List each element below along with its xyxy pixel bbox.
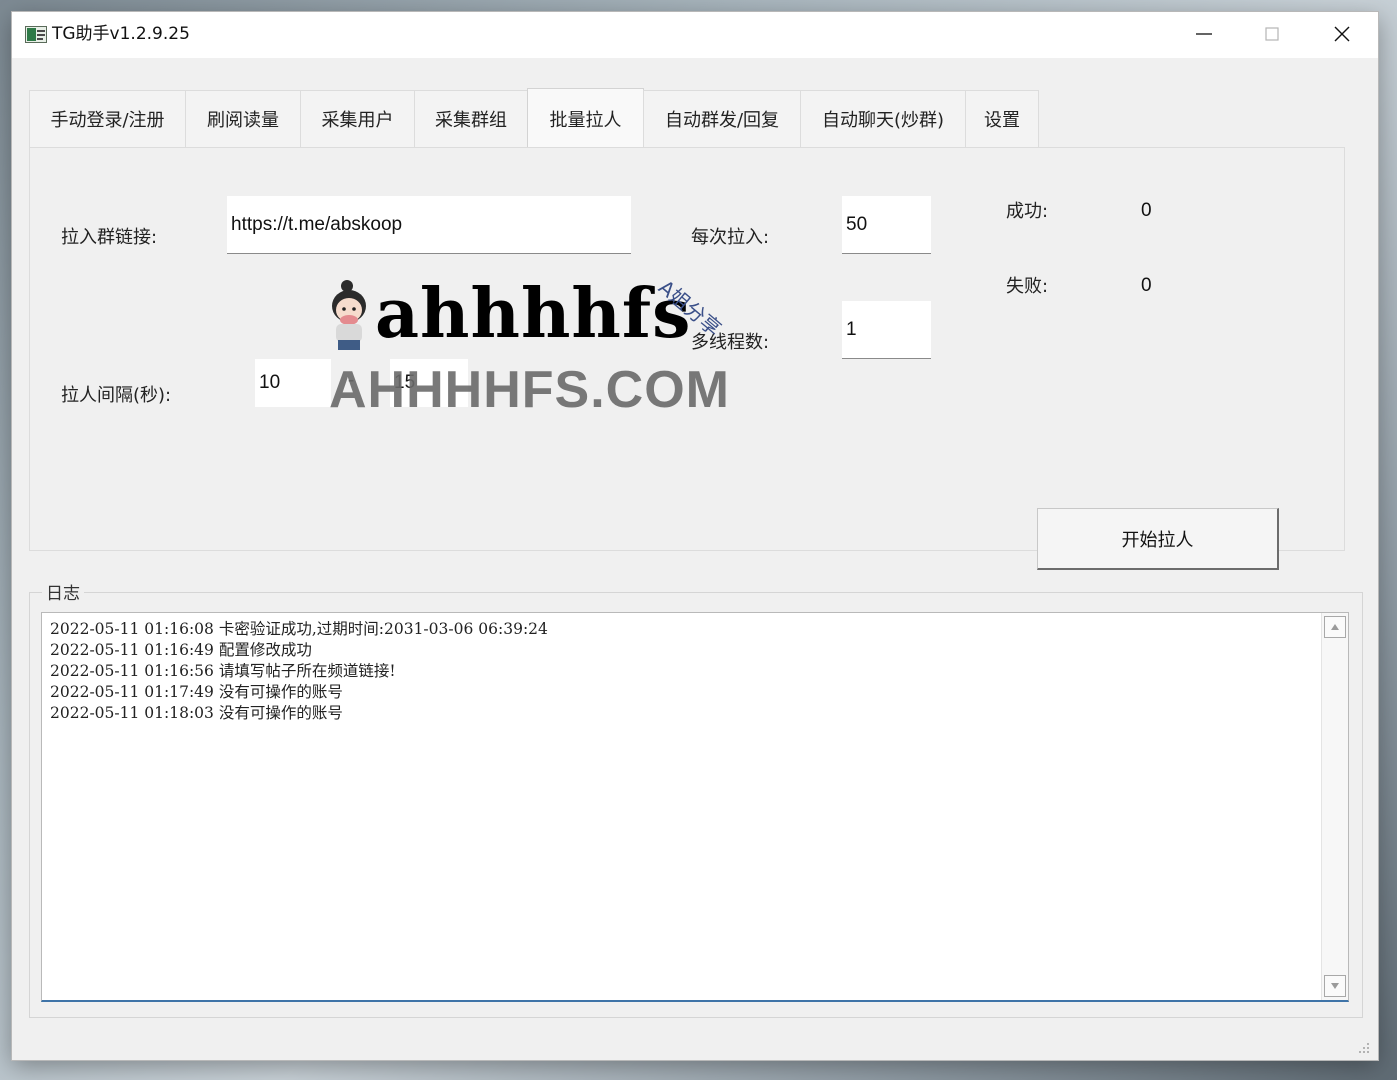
threads-input[interactable]: 1: [842, 301, 931, 359]
scroll-up-button[interactable]: [1324, 616, 1346, 638]
tab-auto-chat[interactable]: 自动聊天(炒群): [800, 90, 966, 147]
log-line: 2022-05-11 01:16:49 配置修改成功: [50, 641, 312, 659]
group-link-label: 拉入群链接:: [61, 227, 158, 248]
minimize-button[interactable]: [1170, 12, 1238, 54]
per-pull-input[interactable]: 50: [842, 196, 931, 254]
log-scrollbar[interactable]: [1321, 613, 1348, 1000]
arrow-down-icon: [1331, 983, 1339, 989]
log-line: 2022-05-11 01:17:49 没有可操作的账号: [50, 683, 343, 701]
log-line: 2022-05-11 01:16:08 卡密验证成功,过期时间:2031-03-…: [50, 620, 548, 638]
tab-read-count[interactable]: 刷阅读量: [185, 90, 301, 147]
fail-count: 0: [1141, 275, 1152, 296]
log-title: 日志: [42, 579, 84, 604]
success-label: 成功:: [1006, 201, 1049, 222]
fail-label: 失败:: [1006, 276, 1049, 297]
interval-max-input[interactable]: 15: [390, 359, 468, 407]
group-link-input[interactable]: https://t.me/abskoop: [227, 196, 631, 254]
tab-collect-users[interactable]: 采集用户: [300, 90, 415, 147]
tab-manual-login[interactable]: 手动登录/注册: [29, 90, 186, 147]
threads-label: 多线程数:: [691, 332, 770, 353]
tab-collect-groups[interactable]: 采集群组: [414, 90, 528, 147]
resize-grip-icon[interactable]: [1358, 1042, 1370, 1054]
tab-settings[interactable]: 设置: [965, 90, 1039, 147]
title-bar: TG助手v1.2.9.25: [12, 12, 1378, 58]
maximize-button[interactable]: [1238, 12, 1306, 54]
log-line: 2022-05-11 01:18:03 没有可操作的账号: [50, 704, 343, 722]
app-window: TG助手v1.2.9.25 手动登录/注册 刷阅读量 采集用户 采集群组 批量拉…: [12, 12, 1378, 1060]
interval-label: 拉人间隔(秒):: [61, 385, 172, 406]
arrow-up-icon: [1331, 624, 1339, 630]
scroll-down-button[interactable]: [1324, 975, 1346, 997]
window-title: TG助手v1.2.9.25: [52, 24, 190, 44]
app-icon: [25, 26, 47, 43]
per-pull-label: 每次拉入:: [691, 227, 770, 248]
interval-min-input[interactable]: 10: [255, 359, 331, 407]
maximize-icon: [1265, 27, 1279, 41]
success-count: 0: [1141, 200, 1152, 221]
minimize-icon: [1196, 33, 1212, 35]
log-line: 2022-05-11 01:16:56 请填写帖子所在频道链接!: [50, 662, 396, 680]
start-pull-button[interactable]: 开始拉人: [1037, 508, 1279, 570]
tab-auto-broadcast[interactable]: 自动群发/回复: [643, 90, 801, 147]
log-lines: 2022-05-11 01:16:08 卡密验证成功,过期时间:2031-03-…: [50, 619, 548, 724]
log-textarea[interactable]: 2022-05-11 01:16:08 卡密验证成功,过期时间:2031-03-…: [41, 612, 1349, 1002]
batch-pull-panel: 拉入群链接: https://t.me/abskoop 每次拉入: 50 成功:…: [29, 147, 1345, 570]
close-icon: [1334, 26, 1350, 42]
tab-batch-pull[interactable]: 批量拉人: [527, 88, 644, 148]
interval-separator: -: [348, 370, 355, 391]
close-button[interactable]: [1308, 12, 1376, 54]
